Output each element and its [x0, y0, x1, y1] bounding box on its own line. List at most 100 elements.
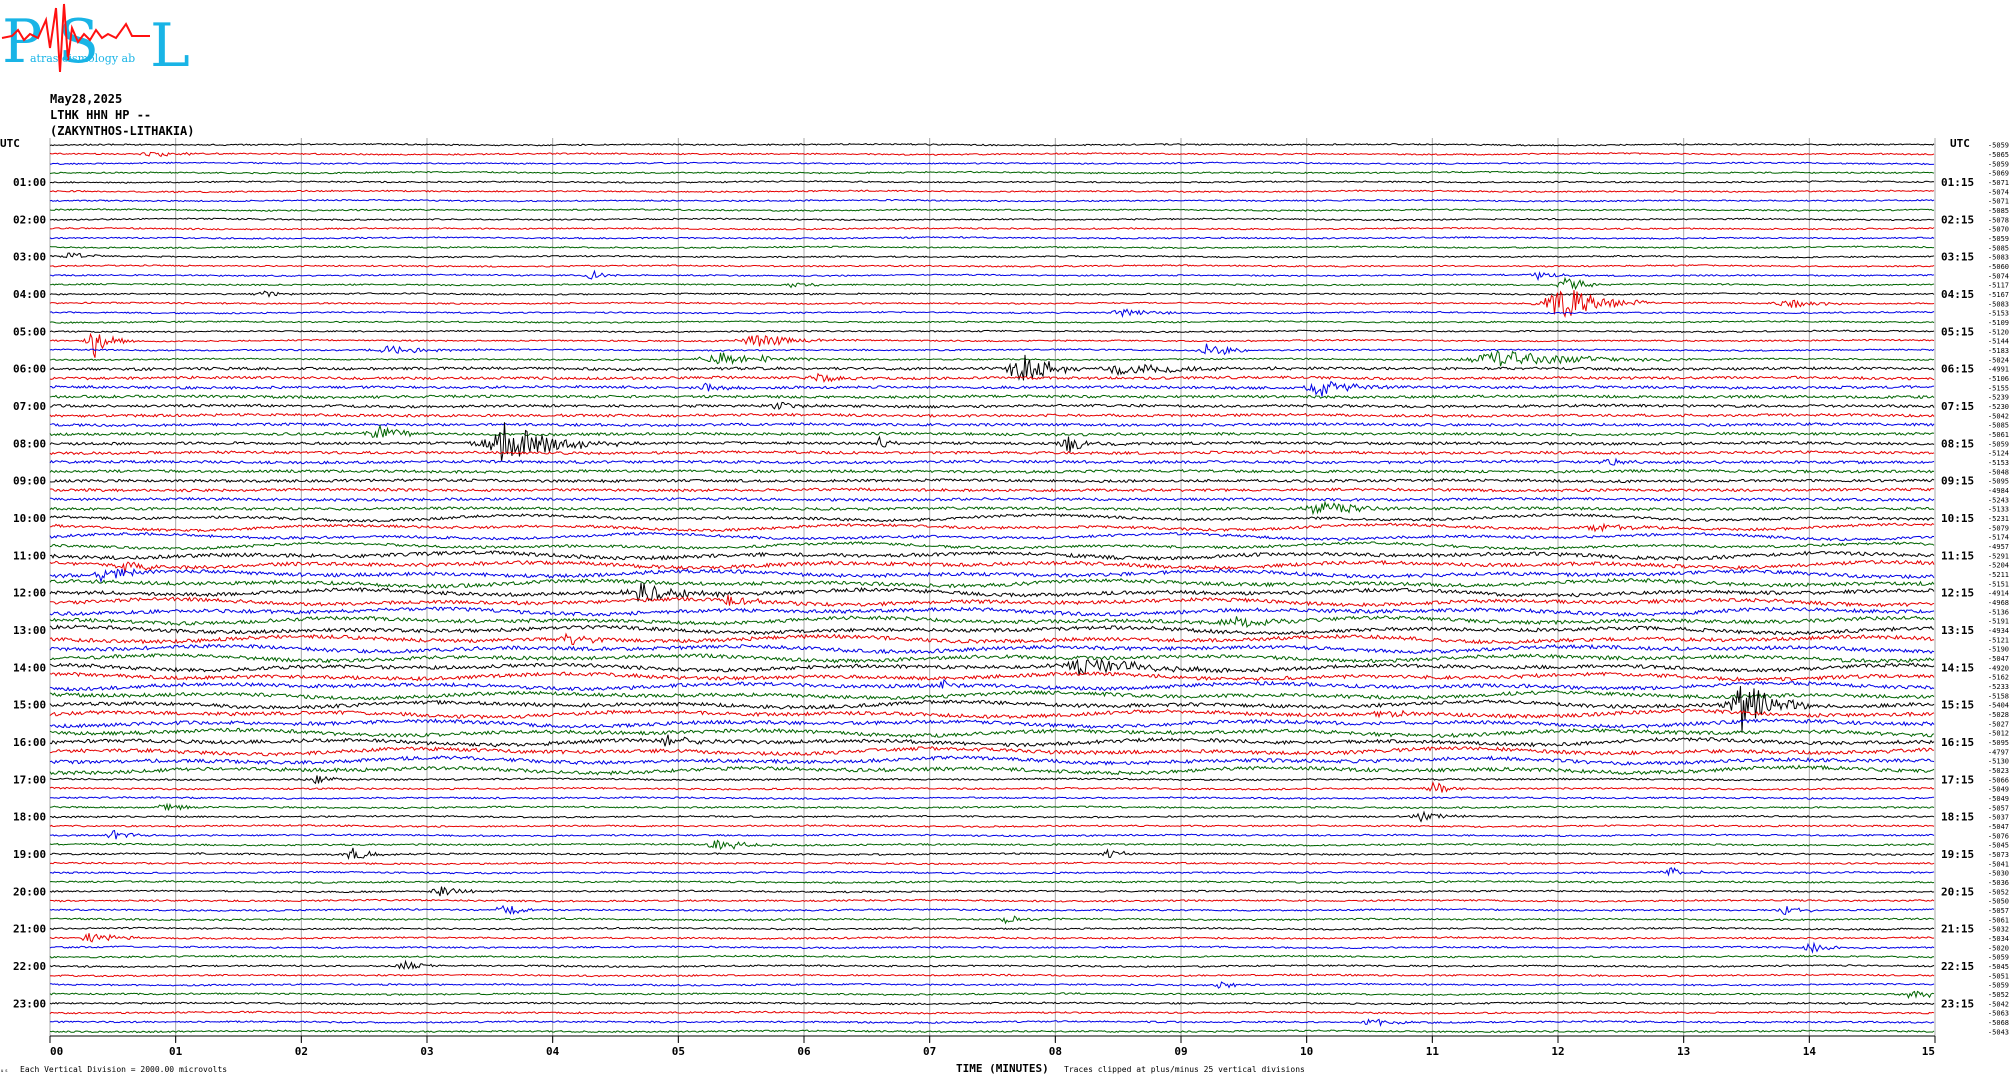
right-time-label: 02:15 — [1941, 213, 1974, 226]
right-time-label: 03:15 — [1941, 251, 1974, 264]
trace-row-74 — [49, 829, 1935, 840]
x-tick-label: 14 — [1803, 1045, 1817, 1058]
right-time-label: 17:15 — [1941, 773, 1974, 786]
trace-row-36 — [49, 478, 1935, 484]
trace-row-16 — [49, 290, 1935, 298]
row-offset-label: -5117 — [1988, 282, 2009, 290]
row-offset-label: -5045 — [1988, 963, 2009, 971]
trace-row-8 — [49, 217, 1935, 222]
left-time-label: 04:00 — [13, 288, 46, 301]
x-tick-label: 00 — [50, 1045, 63, 1058]
x-tick-label: 11 — [1426, 1045, 1440, 1058]
trace-row-73 — [49, 824, 1935, 828]
trace-row-42 — [49, 531, 1935, 542]
x-tick-label: 10 — [1300, 1045, 1313, 1058]
row-offset-label: -5124 — [1988, 450, 2009, 458]
x-tick-label: 13 — [1677, 1045, 1690, 1058]
row-offset-label: -5191 — [1988, 618, 2009, 626]
row-offset-label: -5079 — [1988, 524, 2009, 532]
trace-row-92 — [49, 1001, 1935, 1006]
row-offset-label: -5059 — [1988, 142, 2009, 150]
row-offset-label: -5120 — [1988, 328, 2009, 336]
trace-row-65 — [49, 746, 1935, 757]
trace-row-29 — [49, 412, 1935, 418]
trace-row-20 — [49, 329, 1935, 334]
trace-row-39 — [49, 500, 1935, 516]
row-offset-label: -5133 — [1988, 506, 2009, 514]
row-offset-label: -4934 — [1988, 627, 2009, 635]
row-offset-label: -5136 — [1988, 608, 2009, 616]
row-offset-label: -4991 — [1988, 366, 2009, 374]
row-offset-label: -5059 — [1988, 954, 2009, 962]
right-time-label: 21:15 — [1941, 923, 1974, 936]
trace-row-15 — [49, 276, 1935, 291]
right-time-label: 19:15 — [1941, 848, 1974, 861]
trace-row-4 — [49, 180, 1935, 184]
right-time-label: 05:15 — [1941, 325, 1974, 338]
trace-row-84 — [49, 926, 1935, 931]
trace-row-40 — [49, 513, 1935, 523]
row-offset-label: -5174 — [1988, 534, 2009, 542]
trace-row-43 — [49, 540, 1935, 551]
trace-row-13 — [49, 264, 1935, 268]
row-offset-label: -5049 — [1988, 795, 2009, 803]
trace-row-71 — [49, 802, 1935, 812]
left-time-label: 22:00 — [13, 960, 46, 973]
row-offset-label: -5155 — [1988, 384, 2009, 392]
trace-row-90 — [49, 981, 1935, 989]
right-time-label: 15:15 — [1941, 699, 1974, 712]
row-offset-label: -5057 — [1988, 804, 2009, 812]
trace-row-79 — [49, 880, 1935, 884]
row-offset-label: -5085 — [1988, 422, 2009, 430]
row-offset-label: -5085 — [1988, 207, 2009, 215]
row-offset-label: -5153 — [1988, 310, 2009, 318]
row-offset-label: -5060 — [1988, 263, 2009, 271]
trace-row-88 — [49, 959, 1935, 970]
right-time-label: 04:15 — [1941, 288, 1974, 301]
trace-row-69 — [49, 781, 1935, 793]
left-time-label: 06:00 — [13, 363, 46, 376]
row-offset-label: -5071 — [1988, 198, 2009, 206]
row-offset-label: -4920 — [1988, 664, 2009, 672]
trace-row-3 — [49, 170, 1935, 175]
right-time-label: 01:15 — [1941, 176, 1974, 189]
row-offset-label: -4914 — [1988, 590, 2009, 598]
trace-row-21 — [49, 332, 1935, 358]
trace-row-5 — [49, 189, 1935, 194]
trace-row-18 — [49, 308, 1935, 319]
left-time-label: 23:00 — [13, 997, 46, 1010]
trace-row-55 — [49, 652, 1935, 664]
row-offset-label: -5063 — [1988, 1010, 2009, 1018]
trace-row-52 — [49, 624, 1935, 636]
trace-row-58 — [49, 678, 1935, 692]
row-offset-label: -5121 — [1988, 636, 2009, 644]
right-time-label: 16:15 — [1941, 736, 1974, 749]
row-offset-label: -5085 — [1988, 244, 2009, 252]
right-time-label: 07:15 — [1941, 400, 1974, 413]
trace-row-37 — [49, 487, 1935, 493]
row-offset-label: -5059 — [1988, 982, 2009, 990]
row-offset-label: -5012 — [1988, 730, 2009, 738]
trace-row-63 — [49, 727, 1935, 739]
utc-right-label: UTC — [1950, 137, 1970, 150]
right-time-label: 18:15 — [1941, 811, 1974, 824]
helicorder-plot: 00 01 02 03 04 05 06 07 08 09 10 11 12 13 14 15-5059-50… — [0, 137, 2009, 1075]
left-time-label: 09:00 — [13, 475, 46, 488]
x-axis-title: TIME (MINUTES) — [956, 1062, 1049, 1075]
trace-row-38 — [49, 496, 1935, 502]
trace-row-82 — [49, 904, 1935, 915]
trace-row-80 — [49, 886, 1935, 897]
trace-row-81 — [49, 898, 1935, 903]
row-offset-label: -5083 — [1988, 254, 2009, 262]
row-offset-label: -5065 — [1988, 151, 2009, 159]
x-tick-label: 07 — [923, 1045, 936, 1058]
left-time-label: 07:00 — [13, 400, 46, 413]
x-tick-label: 09 — [1174, 1045, 1187, 1058]
row-offset-label: -5162 — [1988, 674, 2009, 682]
division-note: Each Vertical Division = 2000.00 microvo… — [20, 1065, 228, 1074]
left-time-label: 14:00 — [13, 661, 46, 674]
trace-row-93 — [49, 1010, 1935, 1015]
row-offset-label: -5050 — [1988, 898, 2009, 906]
left-time-label: 17:00 — [13, 773, 46, 786]
row-offset-label: -5048 — [1988, 468, 2009, 476]
